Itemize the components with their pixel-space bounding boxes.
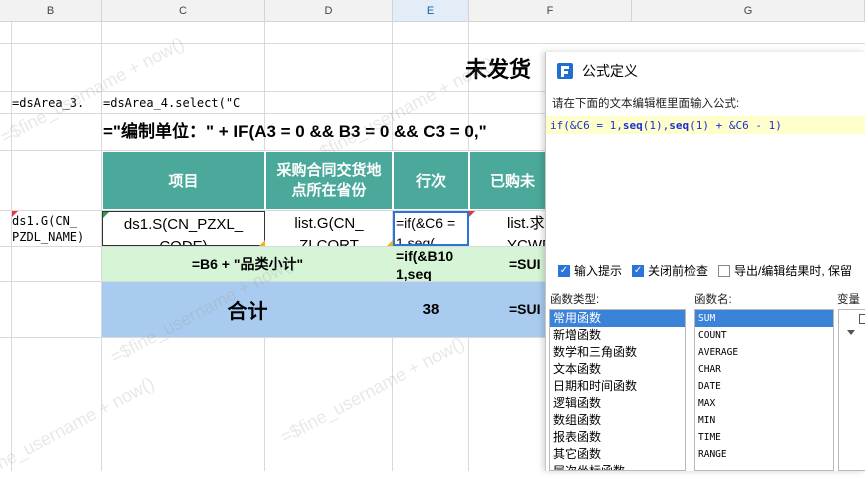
gridline bbox=[0, 43, 865, 44]
list-item[interactable]: COUNT bbox=[695, 327, 833, 344]
dialog-options: ✓ 输入提示 ✓ 关闭前检查 导出/编辑结果时, 保留 bbox=[558, 262, 852, 279]
list-item[interactable]: 报表函数 bbox=[550, 429, 685, 446]
cell-c4[interactable]: =dsArea_4.select("C bbox=[103, 93, 265, 113]
cell-e9[interactable]: 38 bbox=[393, 282, 469, 337]
variable-tree[interactable] bbox=[838, 309, 865, 471]
func-type-label: 函数类型: bbox=[550, 294, 600, 306]
checkbox-unchecked-icon[interactable] bbox=[718, 264, 731, 277]
cell-e8[interactable]: =if(&B10 1,seq bbox=[393, 247, 469, 281]
list-item[interactable]: 层次坐标函数 bbox=[550, 463, 685, 470]
corner-marker bbox=[103, 212, 109, 218]
option-label: 导出/编辑结果时, 保留 bbox=[734, 264, 853, 278]
func-name-label: 函数名: bbox=[694, 294, 732, 306]
formula-part: if(&C6 = 1, bbox=[550, 118, 623, 132]
option-label: 输入提示 bbox=[574, 264, 623, 278]
col-header-f[interactable]: F bbox=[469, 0, 632, 22]
cell-f7-line2: YCWD bbox=[507, 237, 549, 246]
cell-f8[interactable]: =SUI bbox=[469, 247, 549, 281]
col-header-d[interactable]: D bbox=[265, 0, 393, 22]
list-item[interactable]: 文本函数 bbox=[550, 361, 685, 378]
formula-part: (1), bbox=[642, 118, 670, 132]
watermark: =$fine_username + now() bbox=[277, 333, 468, 448]
col-header-b[interactable]: B bbox=[0, 0, 102, 22]
cell-f7-line1: list.求 bbox=[507, 215, 545, 232]
cell-c7[interactable]: ds1.S(CN_PZXL_ CODE) bbox=[102, 211, 265, 246]
func-name-list[interactable]: SUM COUNT AVERAGE CHAR DATE MAX MIN TIME… bbox=[694, 309, 834, 471]
list-item[interactable]: MIN bbox=[695, 412, 833, 429]
cell-f7[interactable]: list.求 YCWD bbox=[469, 211, 549, 246]
unit-formula-cell[interactable]: ="编制单位：" + IF(A3 = 0 && B3 = 0 && C3 = 0… bbox=[103, 114, 545, 150]
cell-c7-line1: ds1.S(CN_PZXL_ bbox=[123, 216, 244, 233]
tree-node-icon[interactable] bbox=[859, 314, 865, 324]
col-header-e[interactable]: E bbox=[393, 0, 469, 22]
list-item[interactable]: 新增函数 bbox=[550, 327, 685, 344]
header-purchased[interactable]: 已购未 bbox=[469, 151, 549, 210]
list-item[interactable]: 日期和时间函数 bbox=[550, 378, 685, 395]
option-check-before-close[interactable]: ✓ 关闭前检查 bbox=[632, 262, 708, 279]
cell-c7-line2: CODE) bbox=[103, 236, 264, 245]
list-item[interactable]: AVERAGE bbox=[695, 344, 833, 361]
cell-d7-line1: list.G(CN_ bbox=[294, 215, 364, 232]
list-item[interactable]: 数组函数 bbox=[550, 412, 685, 429]
tree-expand-icon[interactable] bbox=[847, 330, 855, 335]
cell-b7-line1: ds1.G(CN_ bbox=[12, 214, 78, 228]
header-row-no[interactable]: 行次 bbox=[393, 151, 469, 210]
formula-keyword: seq bbox=[622, 118, 643, 132]
list-item[interactable]: 其它函数 bbox=[550, 446, 685, 463]
cell-e7-selected[interactable]: =if(&C6 = 1,seq( bbox=[393, 211, 469, 246]
list-item[interactable]: RANGE bbox=[695, 446, 833, 463]
cell-e8-line2: 1,seq bbox=[396, 266, 432, 281]
col-header-g[interactable]: G bbox=[632, 0, 865, 22]
cell-b7-line2: PZDL_NAME) bbox=[12, 230, 85, 244]
option-keep-result[interactable]: 导出/编辑结果时, 保留 bbox=[718, 262, 852, 279]
option-label: 关闭前检查 bbox=[648, 264, 709, 278]
func-type-list[interactable]: 常用函数 新增函数 数学和三角函数 文本函数 日期和时间函数 逻辑函数 数组函数… bbox=[549, 309, 686, 471]
col-header-c[interactable]: C bbox=[102, 0, 265, 22]
cell-e7-line2: 1,seq( bbox=[396, 235, 435, 246]
cell-d7-line2: ZLCORT bbox=[299, 237, 359, 246]
list-item[interactable]: 逻辑函数 bbox=[550, 395, 685, 412]
cell-b7[interactable]: ds1.G(CN_ PZDL_NAME) bbox=[12, 213, 101, 247]
list-item[interactable]: 数学和三角函数 bbox=[550, 344, 685, 361]
app-logo-icon bbox=[557, 63, 573, 79]
formula-keyword: seq bbox=[669, 118, 690, 132]
dialog-title: 公式定义 bbox=[582, 63, 638, 79]
formula-line[interactable]: if(&C6 = 1, seq (1), seq (1) + &C6 - 1) bbox=[546, 116, 865, 134]
formula-part: (1) + &C6 - 1) bbox=[689, 118, 782, 132]
subtotal-cell[interactable]: =B6 + "品类小计" bbox=[102, 247, 393, 281]
list-item[interactable]: MAX bbox=[695, 395, 833, 412]
corner-marker bbox=[12, 211, 18, 217]
checkbox-checked-icon[interactable]: ✓ bbox=[632, 264, 645, 277]
report-title[interactable]: 未发货 bbox=[465, 50, 545, 86]
checkbox-checked-icon[interactable]: ✓ bbox=[558, 264, 570, 277]
total-label[interactable]: 合计 bbox=[102, 282, 393, 337]
list-item[interactable]: DATE bbox=[695, 378, 833, 395]
dialog-prompt: 请在下面的文本编辑框里面输入公式: bbox=[552, 98, 740, 110]
list-item[interactable]: TIME bbox=[695, 429, 833, 446]
header-province[interactable]: 采购合同交货地点所在省份 bbox=[265, 151, 393, 210]
formula-dialog[interactable]: 公式定义 请在下面的文本编辑框里面输入公式: if(&C6 = 1, seq (1)… bbox=[545, 52, 865, 471]
list-item[interactable]: CHAR bbox=[695, 361, 833, 378]
option-input-hint[interactable]: ✓ 输入提示 bbox=[558, 262, 622, 279]
cell-e8-line1: =if(&B10 bbox=[396, 248, 454, 264]
corner-marker bbox=[469, 211, 475, 217]
cell-f9[interactable]: =SUI bbox=[469, 282, 549, 337]
header-item[interactable]: 项目 bbox=[102, 151, 265, 210]
cell-d7[interactable]: list.G(CN_ ZLCORT bbox=[265, 211, 393, 246]
list-item[interactable]: SUM bbox=[695, 310, 833, 327]
cell-e7-line1: =if(&C6 = bbox=[396, 215, 456, 231]
list-item[interactable]: 常用函数 bbox=[550, 310, 685, 327]
dialog-title-bar[interactable]: 公式定义 bbox=[546, 52, 865, 90]
cell-b4[interactable]: =dsArea_3. bbox=[12, 93, 101, 113]
var-label: 变量 bbox=[837, 294, 860, 306]
